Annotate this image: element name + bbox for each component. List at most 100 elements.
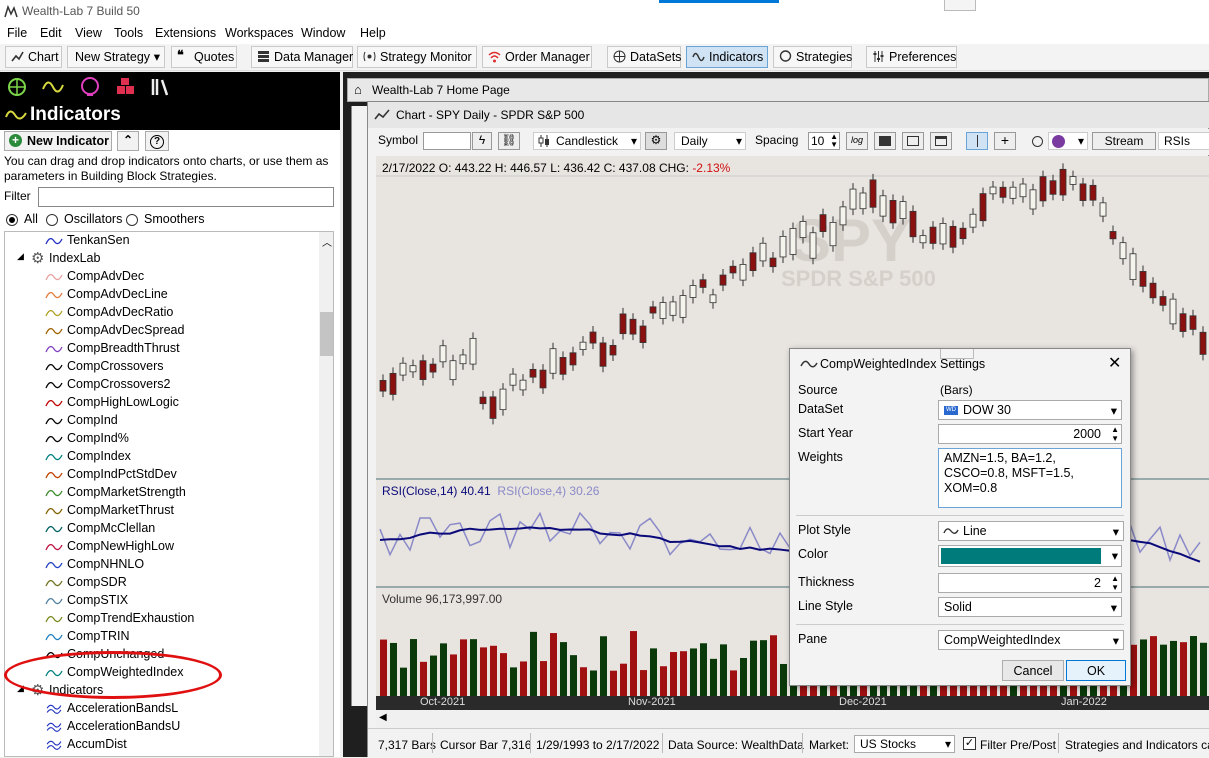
scale-select[interactable]: Daily ▾ bbox=[674, 132, 746, 150]
radio-oscillators[interactable] bbox=[46, 214, 58, 226]
double-chevron-up-icon: ⌃ bbox=[122, 133, 134, 147]
blocks-icon[interactable] bbox=[115, 77, 137, 97]
chevron-down-icon: ▾ bbox=[1077, 134, 1084, 148]
thickness-spinner[interactable]: 2 ▲ ▼ bbox=[938, 573, 1122, 593]
line-style-select[interactable]: Solid ▾ bbox=[938, 597, 1122, 617]
spacing-value: 10 bbox=[811, 134, 825, 148]
horizontal-scrollbar[interactable]: ◀ bbox=[376, 710, 1209, 728]
dialog-grip[interactable] bbox=[940, 349, 974, 359]
preferences-button[interactable]: Preferences bbox=[866, 46, 957, 68]
log-scale-button[interactable]: log bbox=[846, 132, 868, 150]
quotes-button[interactable]: ❝ Quotes bbox=[171, 46, 237, 68]
scale-value: Daily bbox=[681, 134, 708, 148]
datasets-button[interactable]: DataSets bbox=[607, 46, 681, 68]
menu-tools[interactable]: Tools bbox=[114, 26, 143, 40]
spinner-arrows-icon[interactable]: ▲ ▼ bbox=[1111, 574, 1119, 592]
chart-settings-button[interactable]: ⚙ bbox=[645, 132, 667, 150]
volume-bar bbox=[510, 667, 517, 696]
indicators-button[interactable]: Indicators bbox=[686, 46, 768, 68]
menu-extensions[interactable]: Extensions bbox=[155, 26, 216, 40]
weights-textarea[interactable]: AMZN=1.5, BA=1.2, CSCO=0.8, MSFT=1.5, XO… bbox=[938, 448, 1122, 508]
candle bbox=[1139, 265, 1147, 293]
symbol-input[interactable] bbox=[423, 132, 471, 150]
cancel-button[interactable]: Cancel bbox=[1002, 660, 1064, 681]
grip-handle[interactable] bbox=[944, 0, 976, 11]
scroll-thumb[interactable] bbox=[320, 312, 333, 356]
link-button[interactable]: ⛓ bbox=[498, 132, 520, 150]
pane-button-2[interactable] bbox=[902, 132, 924, 150]
radio-all-label: All bbox=[24, 212, 38, 226]
crosshair-icon: + bbox=[1000, 132, 1010, 148]
radio-smoothers[interactable] bbox=[126, 214, 138, 226]
volume-bar bbox=[500, 653, 507, 696]
dataset-select[interactable]: WD DOW 30 ▾ bbox=[938, 400, 1122, 420]
candle bbox=[709, 288, 717, 309]
menu-view[interactable]: View bbox=[75, 26, 102, 40]
candle bbox=[549, 342, 557, 380]
wave-icon bbox=[45, 309, 63, 317]
market-select[interactable]: US Stocks ▾ bbox=[854, 735, 955, 753]
rsis-select[interactable]: RSIs bbox=[1158, 132, 1209, 150]
strategy-monitor-button[interactable]: Strategy Monitor bbox=[357, 46, 477, 68]
filter-input[interactable] bbox=[38, 187, 334, 207]
spacing-spinner[interactable]: 10 ▲ ▼ bbox=[808, 132, 840, 150]
pane-button-1[interactable] bbox=[874, 132, 896, 150]
scroll-up-icon[interactable]: ︿ bbox=[322, 234, 332, 249]
crosshair-button[interactable]: + bbox=[994, 132, 1016, 150]
chart-style-select[interactable]: Candlestick ▾ bbox=[533, 132, 641, 150]
data-manager-button[interactable]: Data Manager bbox=[251, 46, 353, 68]
filter-checkbox[interactable]: ✓ bbox=[963, 737, 976, 750]
candle bbox=[389, 367, 397, 401]
candle bbox=[439, 339, 447, 368]
spinner-arrows-icon[interactable]: ▲ ▼ bbox=[1111, 425, 1119, 443]
gear-icon: ⚙ bbox=[650, 133, 662, 147]
candle bbox=[989, 181, 997, 200]
close-icon[interactable]: ✕ bbox=[1108, 353, 1121, 373]
indicator-settings-dialog[interactable]: CompWeightedIndex Settings ✕ Source (Bar… bbox=[789, 348, 1131, 686]
new-indicator-button[interactable]: + New Indicator bbox=[4, 131, 112, 151]
chart-toolbar: Symbol ϟ ⛓ Candlestick ▾ ⚙ Daily ▾ Spacing… bbox=[368, 129, 1209, 155]
strategies-button[interactable]: Strategies bbox=[773, 46, 852, 68]
menu-window[interactable]: Window bbox=[301, 26, 345, 40]
help-button[interactable]: ? bbox=[145, 131, 169, 151]
home-page-window[interactable]: ⌂ Wealth-Lab 7 Home Page bbox=[347, 78, 1209, 102]
candle bbox=[829, 216, 837, 252]
candle bbox=[999, 181, 1007, 204]
x-tick-label: Jan-2022 bbox=[1061, 696, 1107, 708]
collapse-arrow-icon[interactable]: ◢ bbox=[17, 251, 24, 262]
globe-icon[interactable] bbox=[7, 77, 27, 97]
candle bbox=[959, 222, 967, 245]
pane-select[interactable]: CompWeightedIndex ▾ bbox=[938, 630, 1124, 650]
chevron-down-icon: ▾ bbox=[1112, 634, 1119, 648]
order-manager-button[interactable]: Order Manager bbox=[482, 46, 592, 68]
scroll-left-icon[interactable]: ◀ bbox=[379, 712, 387, 723]
theme-select[interactable]: ▾ bbox=[1048, 132, 1088, 150]
menu-workspaces[interactable]: Workspaces bbox=[225, 26, 294, 40]
collapse-all-button[interactable]: ⌃ bbox=[117, 131, 139, 151]
pane-button-3[interactable] bbox=[930, 132, 952, 150]
menu-file[interactable]: File bbox=[7, 26, 27, 40]
new-indicator-label: New Indicator bbox=[27, 134, 109, 148]
wave-icon bbox=[45, 399, 63, 407]
new-strategy-button[interactable]: New Strategy ▾ bbox=[67, 46, 165, 68]
wave-icon bbox=[45, 507, 63, 515]
radio-all[interactable] bbox=[6, 214, 18, 226]
brain-icon[interactable] bbox=[80, 77, 100, 97]
library-icon[interactable] bbox=[150, 77, 172, 97]
radio-circle-icon[interactable] bbox=[1032, 136, 1043, 147]
chart-button[interactable]: Chart bbox=[5, 46, 62, 68]
ok-button[interactable]: OK bbox=[1066, 660, 1126, 681]
cursor-mode-button[interactable] bbox=[966, 132, 988, 150]
wifi-icon bbox=[488, 51, 501, 63]
stream-button[interactable]: Stream bbox=[1092, 132, 1156, 150]
tree-scrollbar[interactable]: ︿ bbox=[319, 232, 333, 756]
plot-style-select[interactable]: Line ▾ bbox=[938, 521, 1124, 541]
tree-item-label: CompHighLowLogic bbox=[67, 395, 179, 409]
wave-icon[interactable] bbox=[42, 77, 64, 97]
menu-edit[interactable]: Edit bbox=[40, 26, 62, 40]
color-picker[interactable]: ▾ bbox=[938, 545, 1122, 567]
tree-item-label: CompTRIN bbox=[67, 629, 130, 643]
menu-help[interactable]: Help bbox=[360, 26, 386, 40]
start-year-spinner[interactable]: 2000 ▲ ▼ bbox=[938, 424, 1122, 444]
lightning-button[interactable]: ϟ bbox=[472, 132, 492, 150]
